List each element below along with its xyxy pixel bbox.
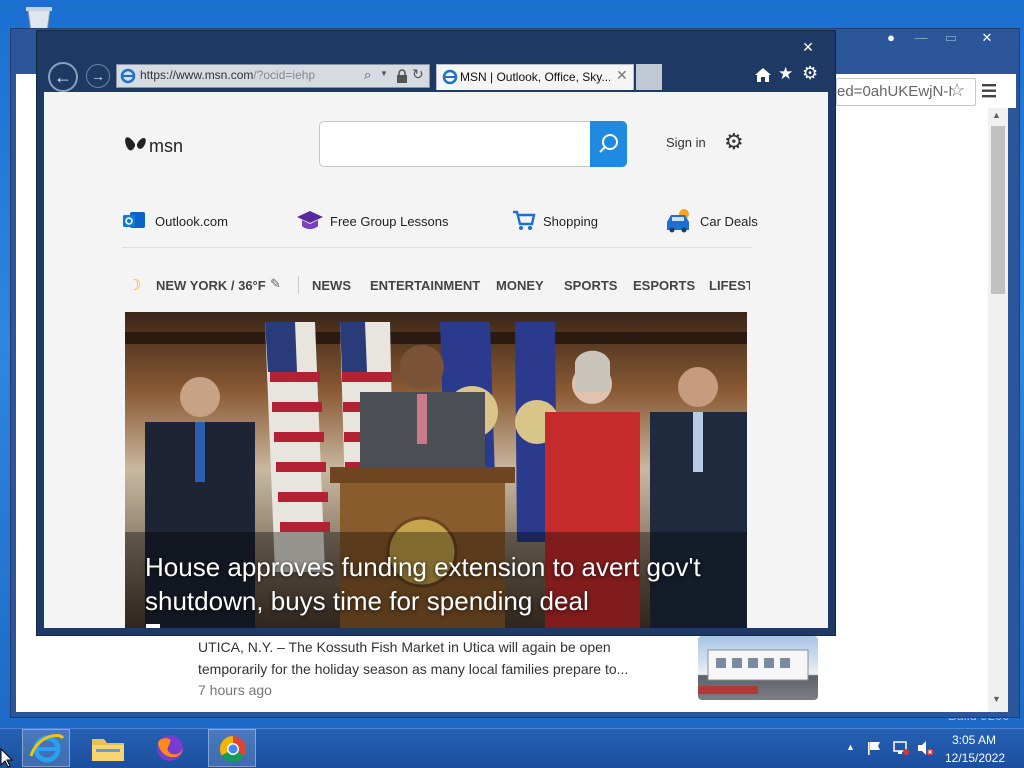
volume-muted-icon[interactable]: [916, 740, 934, 756]
address-search-icon[interactable]: ⌕: [364, 67, 371, 83]
ie-page-icon: [120, 68, 136, 84]
network-icon[interactable]: [892, 740, 910, 756]
quick-link-label: Car Deals: [700, 214, 758, 229]
tools-gear-icon[interactable]: ⚙: [802, 63, 818, 84]
firefox-icon: [157, 735, 183, 761]
weather-link[interactable]: NEW YORK / 36°F: [156, 278, 266, 293]
search-input[interactable]: [320, 122, 584, 166]
quick-link-label: Free Group Lessons: [330, 214, 449, 229]
quick-link-car-deals[interactable]: Car Deals: [664, 208, 764, 236]
taskbar-file-explorer[interactable]: [84, 729, 132, 767]
omnibox-text: ed=0ahUKEwjN-I: [837, 83, 953, 100]
scroll-up-arrow-icon[interactable]: ▲: [992, 110, 1001, 120]
news-snippet[interactable]: UTICA, N.Y. – The Kossuth Fish Market in…: [198, 636, 668, 680]
quick-link-shopping[interactable]: Shopping: [512, 208, 612, 236]
outlook-icon: [123, 212, 145, 228]
quick-link-outlook[interactable]: Outlook.com: [122, 208, 242, 236]
scroll-down-arrow-icon[interactable]: ▼: [992, 694, 1001, 704]
favorites-star-icon[interactable]: ★: [778, 64, 793, 84]
nav-entertainment[interactable]: ENTERTAINMENT: [370, 278, 480, 293]
taskbar-chrome[interactable]: [208, 729, 256, 767]
folder-icon: [92, 739, 124, 761]
chrome-close-button[interactable]: ✕: [972, 30, 1002, 46]
menu-icon[interactable]: [980, 82, 1000, 100]
news-timestamp: 7 hours ago: [198, 682, 272, 698]
lock-icon[interactable]: [396, 69, 408, 83]
hero-headline[interactable]: House approves funding extension to aver…: [145, 550, 735, 618]
sign-in-link[interactable]: Sign in: [666, 135, 706, 150]
tab-close-icon[interactable]: ✕: [616, 67, 628, 84]
forward-button[interactable]: →: [86, 64, 110, 88]
moon-icon: ☽: [128, 277, 142, 294]
msn-settings-gear-icon[interactable]: ⚙: [724, 129, 744, 155]
msn-butterfly-icon: [125, 137, 146, 151]
tab-favicon-icon: [442, 69, 458, 85]
taskbar-internet-explorer[interactable]: [22, 729, 70, 767]
refresh-icon[interactable]: ↻: [412, 66, 424, 83]
minimize-button[interactable]: —: [906, 30, 936, 45]
car-icon: [667, 209, 689, 233]
bookmark-star-icon[interactable]: ☆: [949, 80, 971, 102]
ie-close-button[interactable]: ✕: [790, 36, 826, 58]
nav-lifestyle[interactable]: LIFESTYLE: [709, 278, 750, 293]
address-text: https://www.msn.com/?ocid=iehp: [140, 68, 316, 82]
nav-news[interactable]: NEWS: [312, 278, 351, 293]
maximize-button[interactable]: ▭: [936, 30, 966, 46]
search-button[interactable]: [590, 121, 627, 167]
clock-time[interactable]: 3:05 AM: [946, 733, 1002, 747]
msn-brand[interactable]: msn: [149, 136, 183, 157]
nav-separator: [298, 276, 299, 294]
user-icon[interactable]: ●: [876, 30, 906, 45]
carousel-indicator[interactable]: [146, 624, 160, 628]
nav-sports[interactable]: SPORTS: [564, 278, 617, 293]
taskbar-firefox[interactable]: [146, 729, 194, 767]
chrome-window-controls: ● — ▭ ✕: [872, 28, 1012, 52]
new-tab-button[interactable]: [636, 64, 662, 90]
msn-nav-bar: ☽ NEW YORK / 36°F ✎ NEWS ENTERTAINMENT M…: [124, 270, 750, 300]
tray-overflow-icon[interactable]: ▲: [846, 742, 855, 752]
mouse-cursor-icon: [0, 748, 14, 768]
back-button[interactable]: ←: [48, 62, 78, 92]
quick-link-group-lessons[interactable]: Free Group Lessons: [296, 208, 456, 236]
tab-title: MSN | Outlook, Office, Sky...: [460, 70, 610, 84]
edit-pencil-icon[interactable]: ✎: [270, 276, 281, 292]
address-dropdown-icon[interactable]: ▼: [380, 69, 388, 78]
divider: [122, 247, 752, 248]
graduation-cap-icon: [297, 211, 323, 229]
scrollbar-thumb[interactable]: [991, 126, 1005, 294]
shopping-cart-icon: [513, 210, 536, 230]
internet-explorer-icon: [29, 733, 65, 763]
news-thumbnail[interactable]: [698, 636, 818, 700]
nav-money[interactable]: MONEY: [496, 278, 544, 293]
chrome-icon: [219, 735, 246, 763]
quick-link-label: Outlook.com: [155, 214, 228, 229]
nav-esports[interactable]: ESPORTS: [633, 278, 695, 293]
home-icon[interactable]: [754, 66, 772, 84]
msn-search-box[interactable]: [319, 121, 627, 167]
action-center-flag-icon[interactable]: [866, 740, 882, 756]
clock-date[interactable]: 12/15/2022: [940, 751, 1010, 765]
quick-link-label: Shopping: [543, 214, 598, 229]
